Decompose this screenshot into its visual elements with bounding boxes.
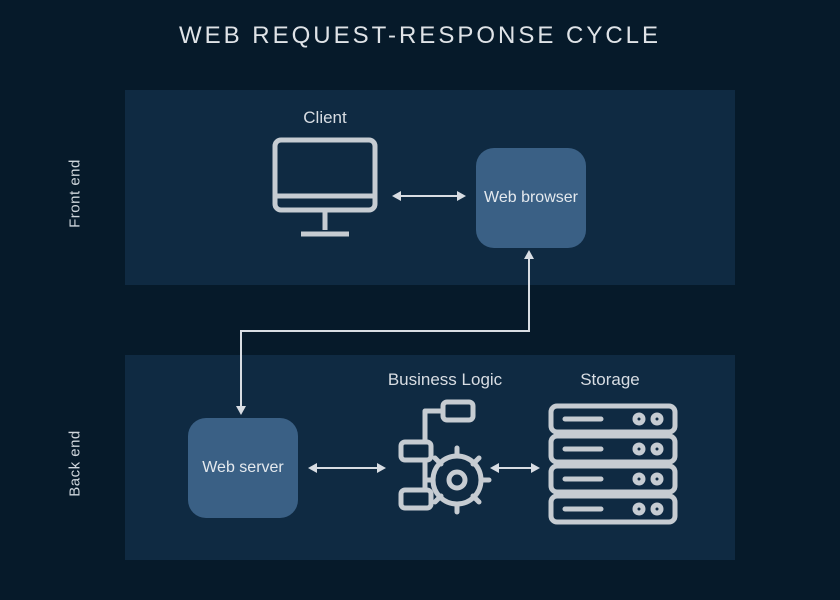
arrowhead-icon <box>236 406 246 415</box>
client-node-label: Client <box>275 108 375 128</box>
web-browser-node: Web browser <box>476 148 586 248</box>
arrow-business-logic-storage <box>498 467 532 469</box>
frontend-panel <box>125 90 735 285</box>
arrow-server-business-logic <box>316 467 378 469</box>
server-rack-icon <box>543 400 683 530</box>
diagram-title: WEB REQUEST-RESPONSE CYCLE <box>0 22 840 50</box>
backend-section-label: Back end <box>67 414 84 514</box>
arrow-browser-server <box>240 330 242 410</box>
arrow-browser-server <box>240 330 530 332</box>
arrow-browser-server <box>528 252 530 332</box>
workflow-gear-icon <box>395 398 495 518</box>
arrow-client-browser <box>400 195 458 197</box>
business-logic-node-label: Business Logic <box>370 370 520 390</box>
web-browser-node-label: Web browser <box>484 188 578 209</box>
monitor-icon <box>265 134 385 249</box>
web-server-node: Web server <box>188 418 298 518</box>
arrowhead-icon <box>524 250 534 259</box>
web-server-node-label: Web server <box>202 458 284 479</box>
frontend-section-label: Front end <box>67 144 84 244</box>
storage-node-label: Storage <box>560 370 660 390</box>
